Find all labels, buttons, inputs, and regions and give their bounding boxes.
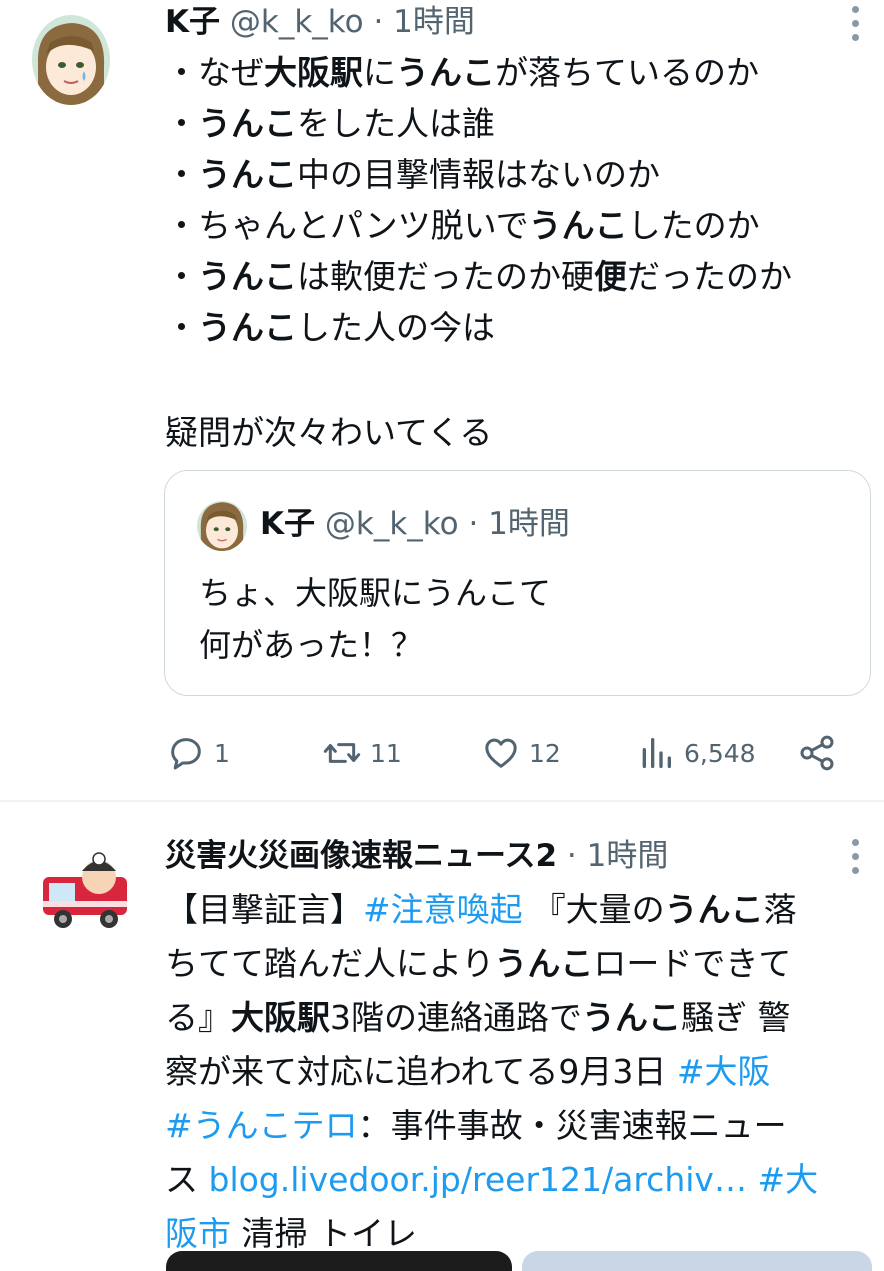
timestamp[interactable]: 1時間 (393, 4, 475, 40)
text-line: ・うんこは軟便だったのか硬便だったのか (165, 257, 792, 296)
retweet-icon (323, 743, 361, 763)
view-count: 6,548 (684, 738, 756, 768)
timestamp: 1時間 (488, 506, 570, 542)
more-icon[interactable] (848, 6, 862, 41)
hashtag-link[interactable]: #大阪 (677, 1052, 771, 1091)
text-line: ・うんこ中の目撃情報はないのか (165, 155, 660, 194)
display-name[interactable]: 災害火災画像速報ニュース2 (165, 838, 557, 874)
retweet-button[interactable]: 11 (322, 728, 402, 778)
tweet-header: 災害火災画像速報ニュース2 · 1時間 (165, 836, 668, 876)
tweet-card[interactable]: K子 @k_k_ko · 1時間 ・なぜ大阪駅にうんこが落ちているのか ・うんこ… (0, 0, 884, 800)
retweet-count: 11 (370, 738, 402, 768)
text-line: ・うんこをした人は誰 (165, 104, 495, 143)
avatar-illustration (32, 15, 110, 105)
quoted-avatar (197, 501, 247, 551)
timestamp[interactable]: 1時間 (587, 838, 669, 874)
text-line: ・ちゃんとパンツ脱いでうんこしたのか (165, 206, 760, 245)
hashtag-link[interactable]: #うんこテロ (165, 1106, 358, 1145)
share-icon (800, 735, 834, 771)
url-link[interactable]: blog.livedoor.jp/reer121/archiv… (209, 1160, 747, 1199)
reply-button[interactable]: 1 (166, 728, 230, 778)
tweet-text: 【目撃証言】#注意喚起 『大量のうんこ落 ちてて踏んだ人によりうんこロードできて … (165, 883, 866, 1261)
text-line: 【目撃証言】#注意喚起 『大量のうんこ落 (165, 890, 797, 929)
more-icon[interactable] (848, 839, 862, 874)
like-icon (485, 738, 517, 768)
username: @k_k_ko (324, 506, 459, 542)
tweet-card[interactable]: 災害火災画像速報ニュース2 · 1時間 【目撃証言】#注意喚起 『大量のうんこ落 … (0, 803, 884, 1263)
separator: · (458, 506, 489, 542)
fire-truck-avatar (37, 839, 135, 937)
tweet-divider (0, 800, 884, 802)
username[interactable]: @k_k_ko (230, 4, 364, 40)
quoted-tweet[interactable]: K子 @k_k_ko · 1時間 ちょ、大阪駅にうんこて 何があった！？ (164, 470, 871, 696)
text-line: ・うんこした人の今は (165, 308, 495, 347)
avatar-illustration (197, 501, 247, 551)
views-button[interactable]: 6,548 (636, 728, 756, 778)
separator: · (557, 838, 587, 874)
hashtag-link[interactable]: #注意喚起 (363, 890, 523, 929)
reply-count: 1 (214, 738, 230, 768)
text-line: ・なぜ大阪駅にうんこが落ちているのか (165, 53, 759, 92)
display-name[interactable]: K子 (165, 4, 220, 40)
hashtag-link[interactable]: 阪市 (165, 1214, 231, 1253)
like-count: 12 (529, 738, 561, 768)
media-thumbnail[interactable] (522, 1251, 872, 1271)
hashtag-link[interactable]: #大 (757, 1160, 818, 1199)
avatar[interactable] (37, 839, 135, 937)
text-line: 疑問が次々わいてくる (165, 413, 493, 452)
tweet-header: K子 @k_k_ko · 1時間 (165, 2, 475, 42)
display-name: K子 (260, 506, 316, 542)
text-line: る』大阪駅3階の連絡通路でうんこ騒ぎ 警 (165, 998, 791, 1037)
tweet-text: ・なぜ大阪駅にうんこが落ちているのか ・うんこをした人は誰 ・うんこ中の目撃情報… (165, 47, 866, 458)
quoted-text: ちょ、大阪駅にうんこて 何があった！？ (199, 574, 552, 664)
avatar[interactable] (32, 15, 110, 105)
reply-icon (171, 738, 201, 770)
text-line: 察が来て対応に追われてる9月3日 #大阪 (165, 1052, 771, 1091)
action-bar: 1 11 12 6,548 (0, 728, 884, 778)
text-line: ス blog.livedoor.jp/reer121/archiv… #大 (165, 1160, 819, 1199)
text-line: ちてて踏んだ人によりうんこロードできて (165, 944, 792, 983)
like-button[interactable]: 12 (481, 728, 561, 778)
media-thumbnail[interactable] (166, 1251, 512, 1271)
text-line: #うんこテロ：事件事故・災害速報ニュー (165, 1106, 787, 1145)
views-icon (642, 738, 671, 768)
share-button[interactable] (797, 728, 837, 778)
separator: · (363, 4, 394, 40)
quoted-header: K子 @k_k_ko · 1時間 (260, 504, 570, 544)
